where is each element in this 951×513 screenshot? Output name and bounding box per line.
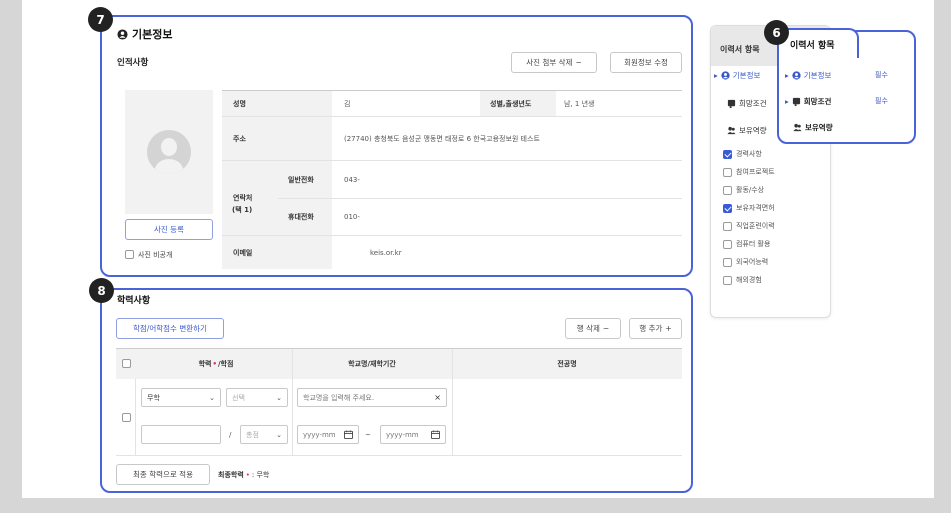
name-value: 김 bbox=[344, 99, 351, 108]
user-circle-icon bbox=[117, 28, 128, 41]
chevron-down-icon: ⌄ bbox=[276, 393, 282, 402]
plus-icon: + bbox=[665, 324, 672, 333]
col-divider bbox=[292, 349, 293, 455]
personal-info-subtitle: 인적사항 bbox=[117, 58, 149, 68]
email-value: keis.or.kr bbox=[370, 248, 402, 257]
school-header: 학교명/재학기간 bbox=[348, 360, 396, 368]
nav-check-label: 해외경험 bbox=[736, 276, 762, 284]
contact-sub-label: (택 1) bbox=[232, 206, 253, 214]
clear-icon: × bbox=[434, 393, 441, 402]
col-divider bbox=[135, 379, 136, 455]
degree-select[interactable]: 무학 ⌄ bbox=[141, 388, 221, 407]
popup-item-hope[interactable]: ▸ 희망조건 bbox=[785, 96, 831, 107]
nav-check-license[interactable] bbox=[723, 204, 732, 213]
popup-item-basic-info[interactable]: ▸ 기본정보 bbox=[785, 70, 831, 81]
degree-header: 학력 •/학점 bbox=[198, 360, 234, 368]
row-checkbox[interactable] bbox=[122, 413, 131, 422]
minus-icon: − bbox=[602, 324, 610, 333]
nav-check-label: 보유자격면허 bbox=[736, 204, 775, 212]
school-name-input[interactable]: 학교명을 입력해 주세요. × bbox=[297, 388, 447, 407]
user-circle-icon bbox=[721, 71, 730, 81]
photo-private-label: 사진 비공개 bbox=[138, 250, 173, 259]
user-circle-icon bbox=[792, 71, 801, 81]
date-to-input[interactable]: yyyy-mm bbox=[380, 425, 446, 444]
nav-check-computer[interactable] bbox=[723, 240, 732, 249]
chevron-down-icon: ⌄ bbox=[276, 430, 282, 439]
nav-check-activity[interactable] bbox=[723, 186, 732, 195]
nav-check-label: 활동/수상 bbox=[736, 186, 765, 194]
nav-check-label: 외국어능력 bbox=[736, 258, 769, 266]
date-tilde: ~ bbox=[365, 430, 371, 439]
photo-private-checkbox[interactable] bbox=[125, 250, 134, 259]
hope-icon bbox=[792, 97, 801, 107]
photo-delete-button[interactable]: 사진 첨부 삭제 − bbox=[511, 52, 597, 73]
photo-placeholder bbox=[125, 90, 213, 214]
nav-item-hope[interactable]: 희망조건 bbox=[727, 98, 767, 109]
nav-check-language[interactable] bbox=[723, 258, 732, 267]
final-education-display: 최종학력 •: 무학 bbox=[218, 470, 270, 479]
date-from-input[interactable]: yyyy-mm bbox=[297, 425, 359, 444]
gender-label: 성별,출생년도 bbox=[480, 91, 556, 116]
col-divider bbox=[452, 349, 453, 455]
nav-item-basic-info[interactable]: ▸ 기본정보 bbox=[714, 70, 760, 81]
convert-score-button[interactable]: 학점/어학점수 변환하기 bbox=[116, 318, 224, 339]
email-label: 이메일 bbox=[222, 236, 332, 269]
calendar-icon bbox=[344, 430, 353, 439]
nav-check-career[interactable] bbox=[723, 150, 732, 159]
nav-check-training[interactable] bbox=[723, 222, 732, 231]
name-label: 성명 bbox=[222, 91, 332, 116]
contact-label-cell: 연락처 bbox=[222, 161, 278, 235]
required-tag: 필수 bbox=[875, 97, 888, 105]
hope-icon bbox=[727, 99, 736, 109]
phone-label: 일반전화 bbox=[278, 161, 332, 198]
score-input[interactable] bbox=[141, 425, 221, 444]
nav-check-label: 경력사항 bbox=[736, 150, 762, 158]
caret-right-icon: ▸ bbox=[785, 97, 789, 106]
mobile-value: 010- bbox=[344, 213, 360, 221]
required-tag: 필수 bbox=[875, 71, 888, 79]
address-value: (27740) 충청북도 음성군 맹동면 태정로 6 한국고용정보원 테스트 bbox=[344, 134, 540, 143]
score-slash: / bbox=[229, 430, 232, 439]
degree-type-select[interactable]: 선택 ⌄ bbox=[226, 388, 288, 407]
select-all-checkbox[interactable] bbox=[122, 359, 131, 368]
contact-label: 연락처 bbox=[233, 194, 253, 202]
total-score-select[interactable]: 총점 ⌄ bbox=[240, 425, 288, 444]
row-delete-button[interactable]: 행 삭제 − bbox=[565, 318, 621, 339]
photo-register-button[interactable]: 사진 등록 bbox=[125, 219, 213, 240]
step-badge-8: 8 bbox=[89, 278, 114, 303]
people-icon bbox=[727, 126, 736, 136]
popup-item-capability[interactable]: 보유역량 bbox=[793, 122, 833, 133]
nav-check-label: 직업훈련이력 bbox=[736, 222, 775, 230]
default-avatar-icon bbox=[147, 130, 191, 174]
edit-member-info-button[interactable]: 회원정보 수정 bbox=[610, 52, 682, 73]
mobile-label: 휴대전화 bbox=[278, 199, 332, 235]
resume-nav-title: 이력서 항목 bbox=[720, 45, 760, 54]
address-label: 주소 bbox=[222, 117, 332, 160]
major-header: 전공명 bbox=[557, 360, 577, 368]
people-icon bbox=[793, 123, 802, 133]
phone-value: 043- bbox=[344, 175, 360, 184]
nav-check-label: 컴퓨터 활용 bbox=[736, 240, 771, 248]
nav-check-project[interactable] bbox=[723, 168, 732, 177]
nav-check-overseas[interactable] bbox=[723, 276, 732, 285]
row-add-button[interactable]: 행 추가 + bbox=[629, 318, 682, 339]
education-title: 학력사항 bbox=[117, 296, 151, 306]
calendar-icon bbox=[431, 430, 440, 439]
caret-right-icon: ▸ bbox=[714, 71, 718, 80]
step-badge-6: 6 bbox=[764, 20, 789, 45]
minus-icon: − bbox=[575, 58, 582, 67]
caret-right-icon: ▸ bbox=[785, 71, 789, 80]
chevron-down-icon: ⌄ bbox=[209, 393, 215, 402]
nav-item-capability[interactable]: 보유역량 bbox=[727, 125, 767, 136]
popup-title: 이력서 항목 bbox=[790, 41, 835, 51]
basic-info-title: 기본정보 bbox=[117, 26, 172, 42]
step-badge-7: 7 bbox=[88, 7, 113, 32]
row-divider bbox=[116, 455, 682, 456]
nav-check-label: 참여프로젝트 bbox=[736, 168, 775, 176]
apply-final-education-button[interactable]: 최종 학력으로 적용 bbox=[116, 464, 210, 485]
gender-value: 남, 1 년생 bbox=[564, 99, 595, 108]
